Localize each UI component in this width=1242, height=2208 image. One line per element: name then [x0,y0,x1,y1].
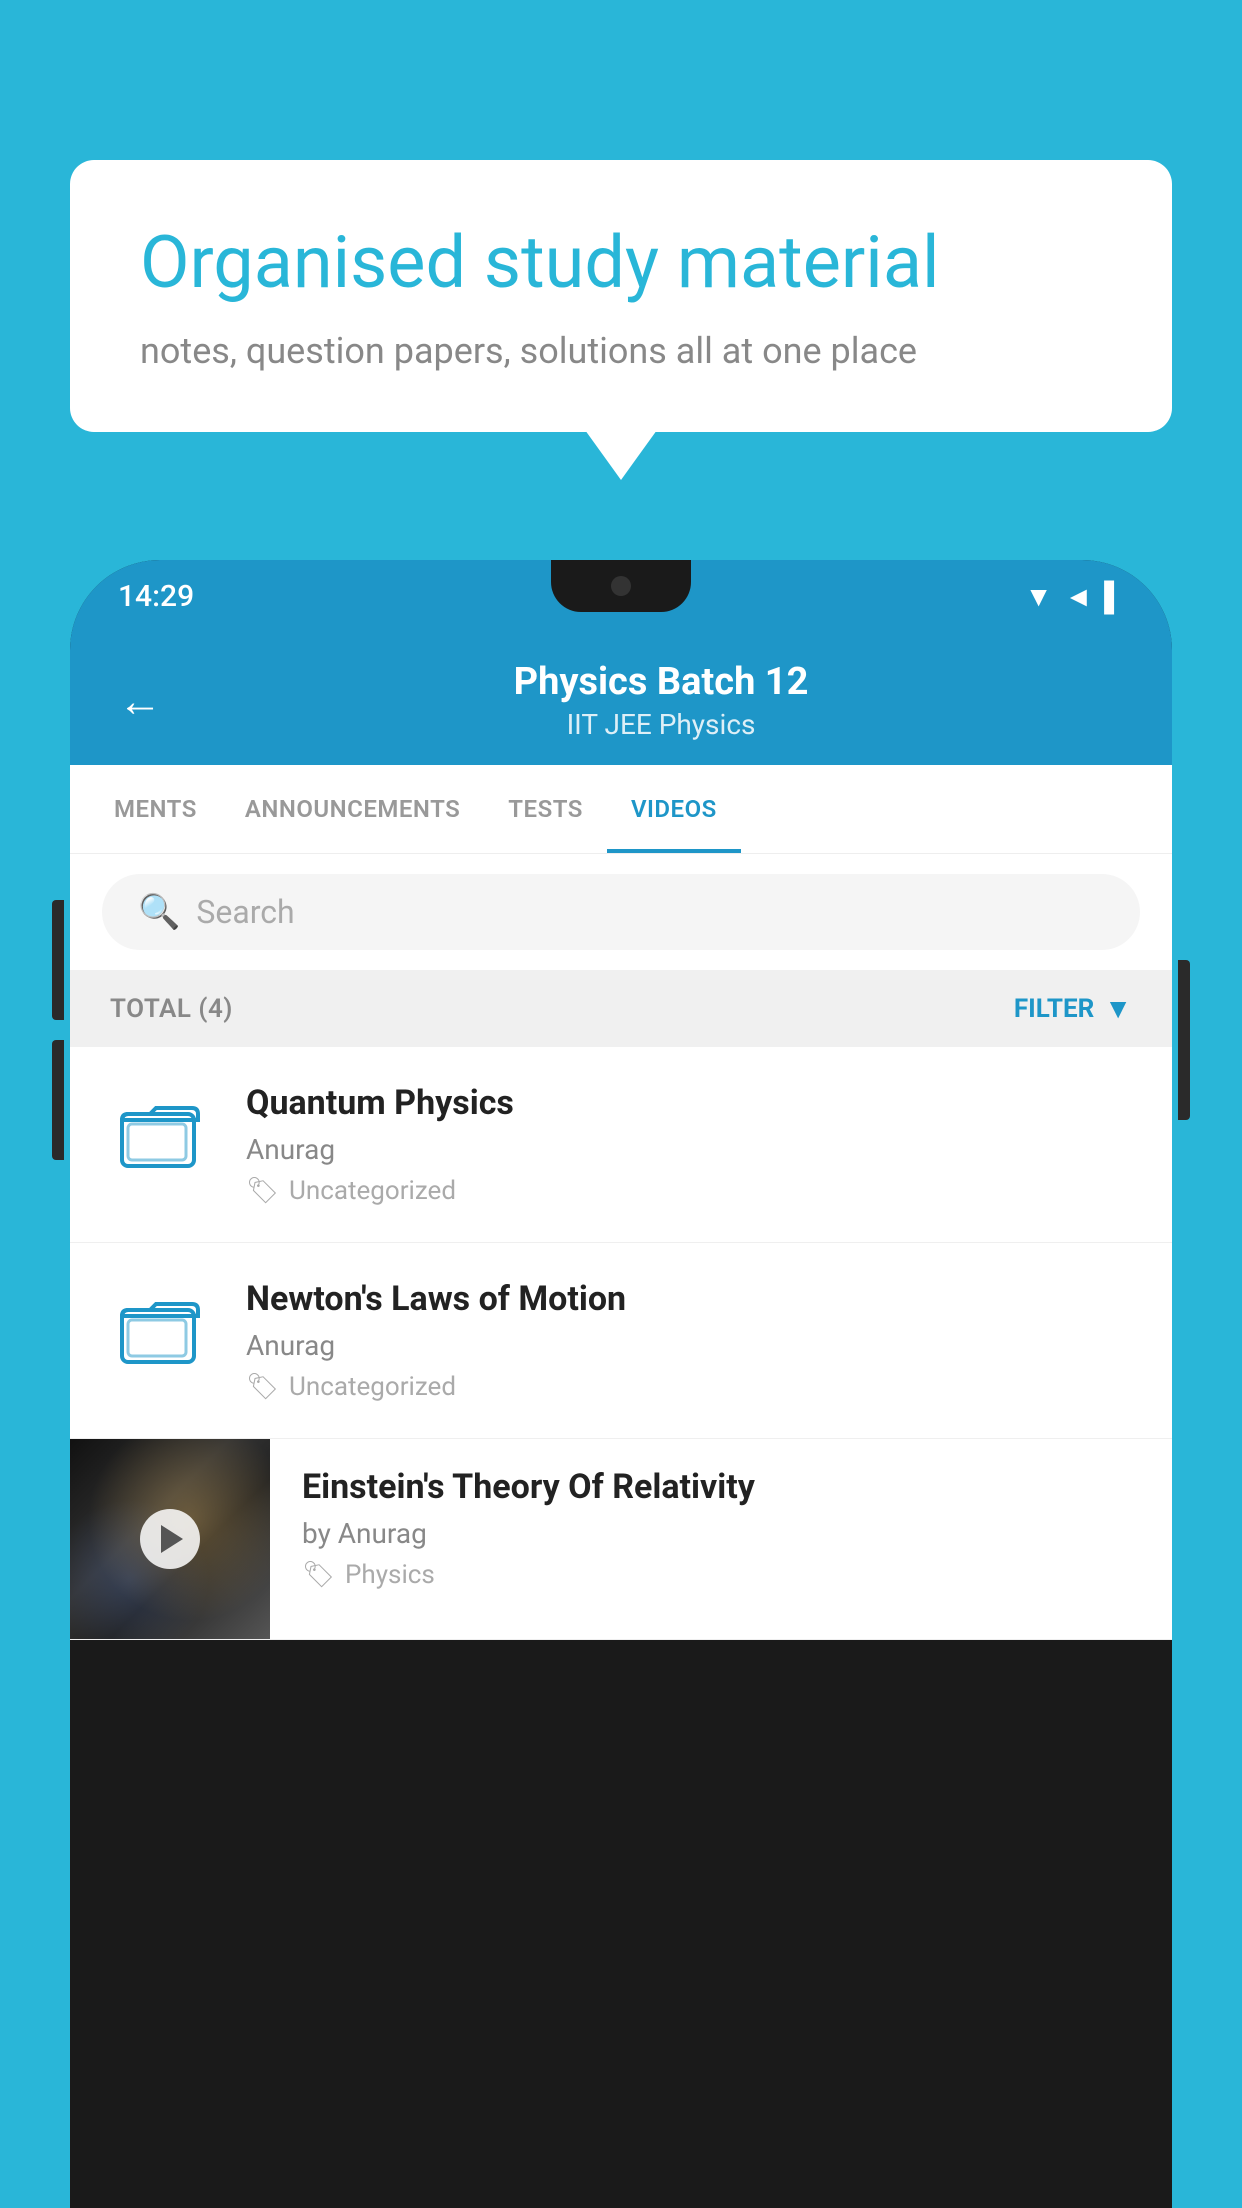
video-tag: 🏷 Physics [302,1560,1140,1590]
search-container: 🔍 Search [70,854,1172,970]
total-count: TOTAL (4) [110,994,233,1024]
tag-icon: 🏷 [302,1560,335,1590]
filter-label: FILTER [1014,994,1094,1024]
video-thumbnail [70,1439,270,1639]
status-bar: 14:29 ▼ ◄ ▌ [70,560,1172,632]
tag-label: Uncategorized [289,1176,456,1206]
phone-bumper-right [1178,960,1190,1120]
folder-icon [120,1097,200,1169]
tab-bar: MENTS ANNOUNCEMENTS TESTS VIDEOS [70,765,1172,854]
item-author: Anurag [246,1133,1132,1166]
tag-icon: 🏷 [246,1372,279,1402]
tag-icon: 🏷 [246,1176,279,1206]
item-title: Newton's Laws of Motion [246,1279,1132,1319]
app-header: ← Physics Batch 12 IIT JEE Physics [70,632,1172,765]
folder-icon [120,1293,200,1365]
speech-bubble-subtext: notes, question papers, solutions all at… [140,330,1102,372]
item-tag: 🏷 Uncategorized [246,1176,1132,1206]
content-list: Quantum Physics Anurag 🏷 Uncategorized [70,1047,1172,1640]
video-info: Einstein's Theory Of Relativity by Anura… [270,1439,1172,1618]
tab-videos[interactable]: VIDEOS [607,765,741,853]
filter-icon: ▼ [1104,992,1132,1025]
list-item-thumb[interactable]: Einstein's Theory Of Relativity by Anura… [70,1439,1172,1640]
signal-icon: ◄ [1064,580,1092,613]
item-title: Quantum Physics [246,1083,1132,1123]
search-placeholder: Search [196,893,294,931]
tab-ments[interactable]: MENTS [90,765,221,853]
batch-title: Physics Batch 12 [198,660,1124,704]
filter-bar: TOTAL (4) FILTER ▼ [70,970,1172,1047]
folder-icon-container [110,1279,210,1379]
play-icon [161,1525,183,1553]
status-icons: ▼ ◄ ▌ [1025,580,1124,613]
filter-button[interactable]: FILTER ▼ [1014,992,1132,1025]
camera-dot [611,576,631,596]
item-tag: 🏷 Uncategorized [246,1372,1132,1402]
phone-bumper-left2 [52,1040,64,1160]
tag-label: Uncategorized [289,1372,456,1402]
list-item[interactable]: Newton's Laws of Motion Anurag 🏷 Uncateg… [70,1243,1172,1439]
speech-bubble-container: Organised study material notes, question… [70,160,1172,432]
tag-label: Physics [345,1560,435,1590]
wifi-icon: ▼ [1025,580,1053,613]
phone-notch [551,560,691,612]
speech-bubble: Organised study material notes, question… [70,160,1172,432]
status-time: 14:29 [118,579,194,614]
search-icon: 🔍 [138,892,180,932]
header-title-area: Physics Batch 12 IIT JEE Physics [198,660,1124,741]
phone-bumper-left [52,900,64,1020]
play-button[interactable] [140,1509,200,1569]
speech-bubble-heading: Organised study material [140,220,1102,306]
tab-tests[interactable]: TESTS [484,765,607,853]
folder-icon-container [110,1083,210,1183]
item-info: Quantum Physics Anurag 🏷 Uncategorized [246,1083,1132,1206]
phone-mockup: 14:29 ▼ ◄ ▌ ← Physics Batch 12 IIT JEE P… [70,560,1172,2208]
batch-subtitle: IIT JEE Physics [198,708,1124,741]
battery-icon: ▌ [1104,580,1124,613]
phone-screen: 🔍 Search TOTAL (4) FILTER ▼ [70,854,1172,1640]
search-input-wrapper[interactable]: 🔍 Search [102,874,1140,950]
tab-announcements[interactable]: ANNOUNCEMENTS [221,765,484,853]
video-title: Einstein's Theory Of Relativity [302,1467,1140,1507]
list-item[interactable]: Quantum Physics Anurag 🏷 Uncategorized [70,1047,1172,1243]
video-author: by Anurag [302,1517,1140,1550]
item-info: Newton's Laws of Motion Anurag 🏷 Uncateg… [246,1279,1132,1402]
back-button[interactable]: ← [118,675,162,727]
item-author: Anurag [246,1329,1132,1362]
